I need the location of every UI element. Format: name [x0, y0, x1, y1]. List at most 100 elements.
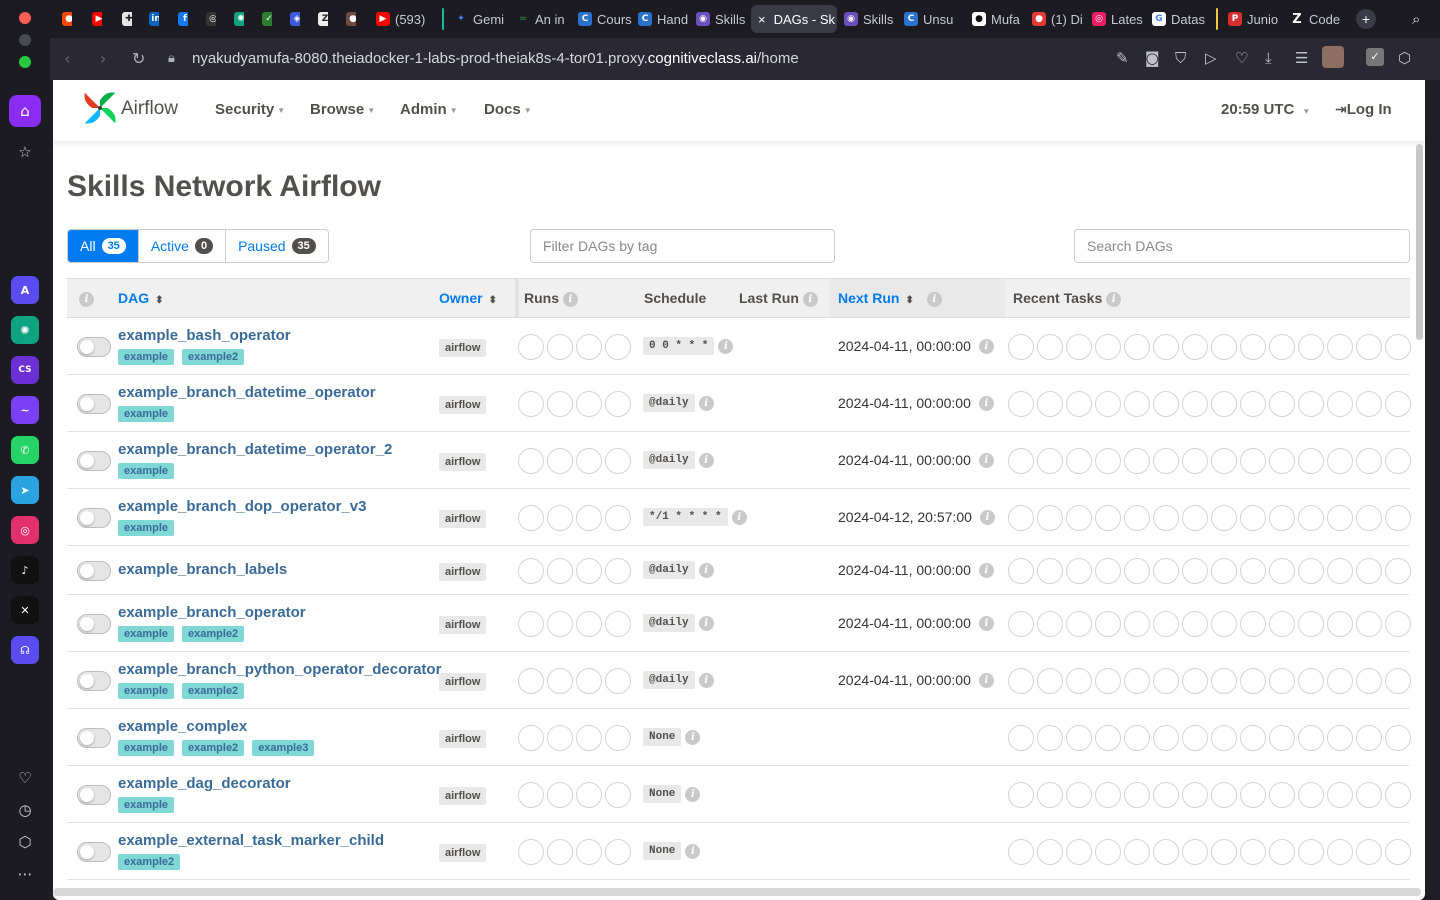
task-state-circle[interactable] — [1327, 725, 1353, 751]
task-state-circle[interactable] — [1124, 505, 1150, 531]
run-state-circle[interactable] — [605, 558, 631, 584]
history-icon[interactable]: ◷ — [9, 794, 41, 826]
task-state-circle[interactable] — [1356, 448, 1382, 474]
task-state-circle[interactable] — [1066, 725, 1092, 751]
forward-icon[interactable]: › — [100, 49, 106, 68]
maximize-window-button[interactable] — [19, 56, 31, 68]
filter-paused-button[interactable]: Paused 35 — [226, 230, 328, 262]
reload-icon[interactable]: ↻ — [132, 49, 145, 68]
task-state-circle[interactable] — [1298, 558, 1324, 584]
task-state-circle[interactable] — [1037, 448, 1063, 474]
headphones-app-icon[interactable]: ☊ — [11, 636, 39, 664]
dag-link[interactable]: example_branch_datetime_operator_2 — [118, 441, 392, 458]
run-state-circle[interactable] — [576, 334, 602, 360]
run-state-circle[interactable] — [576, 505, 602, 531]
cube-icon[interactable]: ⬡ — [1398, 49, 1411, 67]
schedule-badge[interactable]: */1 * * * * — [643, 508, 728, 526]
info-icon[interactable]: i — [978, 672, 994, 688]
task-state-circle[interactable] — [1037, 391, 1063, 417]
task-state-circle[interactable] — [1356, 725, 1382, 751]
task-state-circle[interactable] — [1211, 782, 1237, 808]
dag-link[interactable]: example_bash_operator — [118, 327, 291, 344]
run-state-circle[interactable] — [605, 391, 631, 417]
dag-tag[interactable]: example — [118, 520, 175, 536]
task-state-circle[interactable] — [1008, 505, 1034, 531]
task-state-circle[interactable] — [1124, 668, 1150, 694]
task-state-circle[interactable] — [1269, 448, 1295, 474]
task-state-circle[interactable] — [1095, 505, 1121, 531]
owner-badge[interactable]: airflow — [439, 339, 487, 357]
info-icon[interactable]: i — [698, 562, 714, 578]
task-state-circle[interactable] — [1008, 668, 1034, 694]
task-state-circle[interactable] — [1124, 611, 1150, 637]
task-state-circle[interactable] — [1124, 391, 1150, 417]
dag-tag[interactable]: example — [118, 406, 175, 422]
task-state-circle[interactable] — [1037, 839, 1063, 865]
task-state-circle[interactable] — [1124, 725, 1150, 751]
task-state-circle[interactable] — [1008, 611, 1034, 637]
task-state-circle[interactable] — [1153, 839, 1179, 865]
task-state-circle[interactable] — [1095, 839, 1121, 865]
task-state-circle[interactable] — [1269, 391, 1295, 417]
info-icon[interactable]: i — [685, 843, 701, 859]
task-state-circle[interactable] — [1240, 725, 1266, 751]
app-tab[interactable]: ✚ — [118, 5, 132, 33]
task-state-circle[interactable] — [1153, 668, 1179, 694]
filter-active-button[interactable]: Active 0 — [138, 230, 227, 262]
task-state-circle[interactable] — [1095, 668, 1121, 694]
airflow-logo-icon[interactable] — [81, 89, 119, 127]
owner-badge[interactable]: airflow — [439, 453, 487, 471]
task-state-circle[interactable] — [1211, 448, 1237, 474]
task-state-circle[interactable] — [1153, 505, 1179, 531]
facebook-tab[interactable]: f — [174, 5, 188, 33]
youtube-tab[interactable]: ▶ — [88, 5, 102, 33]
menu-icon[interactable]: ☰ — [1295, 49, 1308, 67]
task-state-circle[interactable] — [1211, 391, 1237, 417]
profile-avatar[interactable] — [1322, 46, 1344, 68]
dag-link[interactable]: example_complex — [118, 718, 247, 735]
task-state-circle[interactable] — [1356, 505, 1382, 531]
edit-icon[interactable]: ✎ — [1116, 49, 1129, 67]
new-tab-button[interactable]: + — [1356, 9, 1376, 29]
pause-toggle[interactable] — [77, 394, 111, 414]
run-state-circle[interactable] — [576, 668, 602, 694]
dag-tag[interactable]: example — [118, 683, 175, 699]
run-state-circle[interactable] — [518, 391, 544, 417]
dag-tag[interactable]: example3 — [252, 740, 315, 756]
info-icon[interactable]: i — [562, 291, 578, 307]
tab-an-in[interactable]: ∞ An in — [512, 5, 572, 33]
more-icon[interactable]: ⋯ — [9, 858, 41, 890]
task-state-circle[interactable] — [1211, 725, 1237, 751]
task-state-circle[interactable] — [1298, 448, 1324, 474]
task-state-circle[interactable] — [1182, 391, 1208, 417]
task-state-circle[interactable] — [1182, 668, 1208, 694]
run-state-circle[interactable] — [605, 505, 631, 531]
reddit-tab[interactable]: ● — [58, 5, 72, 33]
task-state-circle[interactable] — [1327, 558, 1353, 584]
run-state-circle[interactable] — [518, 334, 544, 360]
task-state-circle[interactable] — [1095, 391, 1121, 417]
tiktok-app-icon[interactable]: ♪ — [11, 556, 39, 584]
dag-link[interactable]: example_branch_datetime_operator — [118, 384, 376, 401]
download-icon[interactable]: ⤓ — [1265, 49, 1272, 67]
task-state-circle[interactable] — [1385, 505, 1411, 531]
task-state-circle[interactable] — [1269, 505, 1295, 531]
info-icon[interactable]: i — [1106, 291, 1122, 307]
task-state-circle[interactable] — [1327, 505, 1353, 531]
task-state-circle[interactable] — [1269, 782, 1295, 808]
task-state-circle[interactable] — [1211, 611, 1237, 637]
task-state-circle[interactable] — [1095, 334, 1121, 360]
task-state-circle[interactable] — [1298, 839, 1324, 865]
task-state-circle[interactable] — [1008, 558, 1034, 584]
info-icon[interactable]: i — [685, 786, 701, 802]
task-state-circle[interactable] — [1298, 611, 1324, 637]
dag-tag[interactable]: example2 — [118, 854, 181, 870]
run-state-circle[interactable] — [576, 782, 602, 808]
dag-tag[interactable]: example — [118, 349, 175, 365]
task-state-circle[interactable] — [1240, 782, 1266, 808]
run-state-circle[interactable] — [518, 668, 544, 694]
info-icon[interactable]: i — [926, 291, 942, 307]
task-state-circle[interactable] — [1153, 558, 1179, 584]
task-state-circle[interactable] — [1298, 725, 1324, 751]
schedule-badge[interactable]: None — [643, 728, 682, 746]
